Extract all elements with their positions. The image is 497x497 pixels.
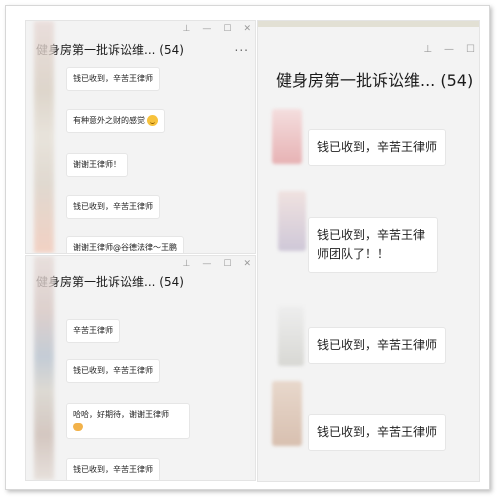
- message-bubble: 有种意外之财的感觉: [66, 109, 165, 133]
- avatar: [278, 191, 306, 251]
- message: 钱已收到，辛苦王律师: [66, 195, 160, 219]
- grin-emoji-icon: [147, 115, 158, 126]
- window-controls: ⊥ — ☐: [423, 45, 475, 55]
- message: 谢谢王律师！: [66, 153, 128, 177]
- maximize-icon[interactable]: ☐: [223, 24, 231, 34]
- pin-icon[interactable]: ⊥: [423, 45, 432, 55]
- screenshot-collage: ⊥ — ☐ ✕ 健身房第一批诉讼维... (54) ... 钱已收到，辛苦王律师…: [5, 5, 490, 490]
- message-bubble: 钱已收到，辛苦王律师: [308, 414, 447, 451]
- maximize-icon[interactable]: ☐: [223, 259, 231, 269]
- chat-title: 健身房第一批诉讼维... (54): [36, 43, 184, 57]
- pin-icon[interactable]: ⊥: [183, 24, 191, 34]
- message: 钱已收到，辛苦王律师: [308, 414, 447, 451]
- close-icon[interactable]: ✕: [243, 24, 251, 34]
- message-bubble: 谢谢王律师！: [66, 153, 128, 177]
- avatar: [278, 306, 304, 366]
- chat-window-bottom-left: ⊥ — ☐ ✕ 健身房第一批诉讼维... (54) 辛苦王律师 钱已收到，辛苦王…: [25, 255, 256, 481]
- message: 钱已收到，辛苦王律师: [66, 458, 160, 480]
- message: 谢谢王律师@谷德法律～王鹏: [66, 236, 184, 253]
- message: 钱已收到，辛苦王律师团队了！！: [308, 217, 438, 273]
- maximize-icon[interactable]: ☐: [466, 45, 475, 55]
- minimize-icon[interactable]: —: [202, 24, 211, 34]
- message-bubble: 钱已收到，辛苦王律师: [308, 327, 447, 364]
- message: 钱已收到，辛苦王律师: [66, 359, 160, 383]
- message: 钱已收到，辛苦王律师: [308, 129, 447, 166]
- minimize-icon[interactable]: —: [444, 45, 454, 55]
- message-text: 哈哈，好期待，谢谢王律师: [73, 410, 169, 419]
- message-bubble: 钱已收到，辛苦王律师: [66, 67, 160, 91]
- window-controls: ⊥ — ☐ ✕: [183, 259, 251, 269]
- message-bubble: 辛苦王律师: [66, 319, 120, 343]
- message: 辛苦王律师: [66, 319, 120, 343]
- message-bubble: 钱已收到，辛苦王律师: [66, 195, 160, 219]
- chat-title: 健身房第一批诉讼维... (54): [276, 71, 474, 90]
- message: 有种意外之财的感觉: [66, 109, 165, 133]
- window-controls: ⊥ — ☐ ✕: [183, 24, 251, 34]
- avatar: [272, 109, 302, 164]
- message-bubble: 钱已收到，辛苦王律师: [308, 129, 447, 166]
- minimize-icon[interactable]: —: [202, 259, 211, 269]
- message: 哈哈，好期待，谢谢王律师: [66, 403, 190, 439]
- blurred-avatar-strip: [34, 21, 54, 253]
- message-bubble: 钱已收到，辛苦王律师团队了！！: [308, 217, 438, 273]
- message-bubble: 钱已收到，辛苦王律师: [66, 458, 160, 480]
- pin-icon[interactable]: ⊥: [183, 259, 191, 269]
- message: 钱已收到，辛苦王律师: [308, 327, 447, 364]
- avatar: [272, 381, 302, 446]
- message-bubble: 哈哈，好期待，谢谢王律师: [66, 403, 190, 439]
- message-bubble: 谢谢王律师@谷德法律～王鹏: [66, 236, 184, 253]
- chat-window-right: ⊥ — ☐ 健身房第一批诉讼维... (54) 钱已收到，辛苦王律师 钱已收到，…: [257, 20, 480, 482]
- more-icon[interactable]: ...: [235, 40, 249, 54]
- message-text: 有种意外之财的感觉: [73, 116, 145, 125]
- message: 钱已收到，辛苦王律师: [66, 67, 160, 91]
- message-bubble: 钱已收到，辛苦王律师: [66, 359, 160, 383]
- blurred-avatar-strip: [34, 256, 54, 480]
- clap-emoji-icon: [73, 422, 83, 431]
- top-accent-bar: [258, 21, 479, 27]
- close-icon[interactable]: ✕: [243, 259, 251, 269]
- chat-title: 健身房第一批诉讼维... (54): [36, 275, 184, 289]
- chat-window-top-left: ⊥ — ☐ ✕ 健身房第一批诉讼维... (54) ... 钱已收到，辛苦王律师…: [25, 20, 256, 254]
